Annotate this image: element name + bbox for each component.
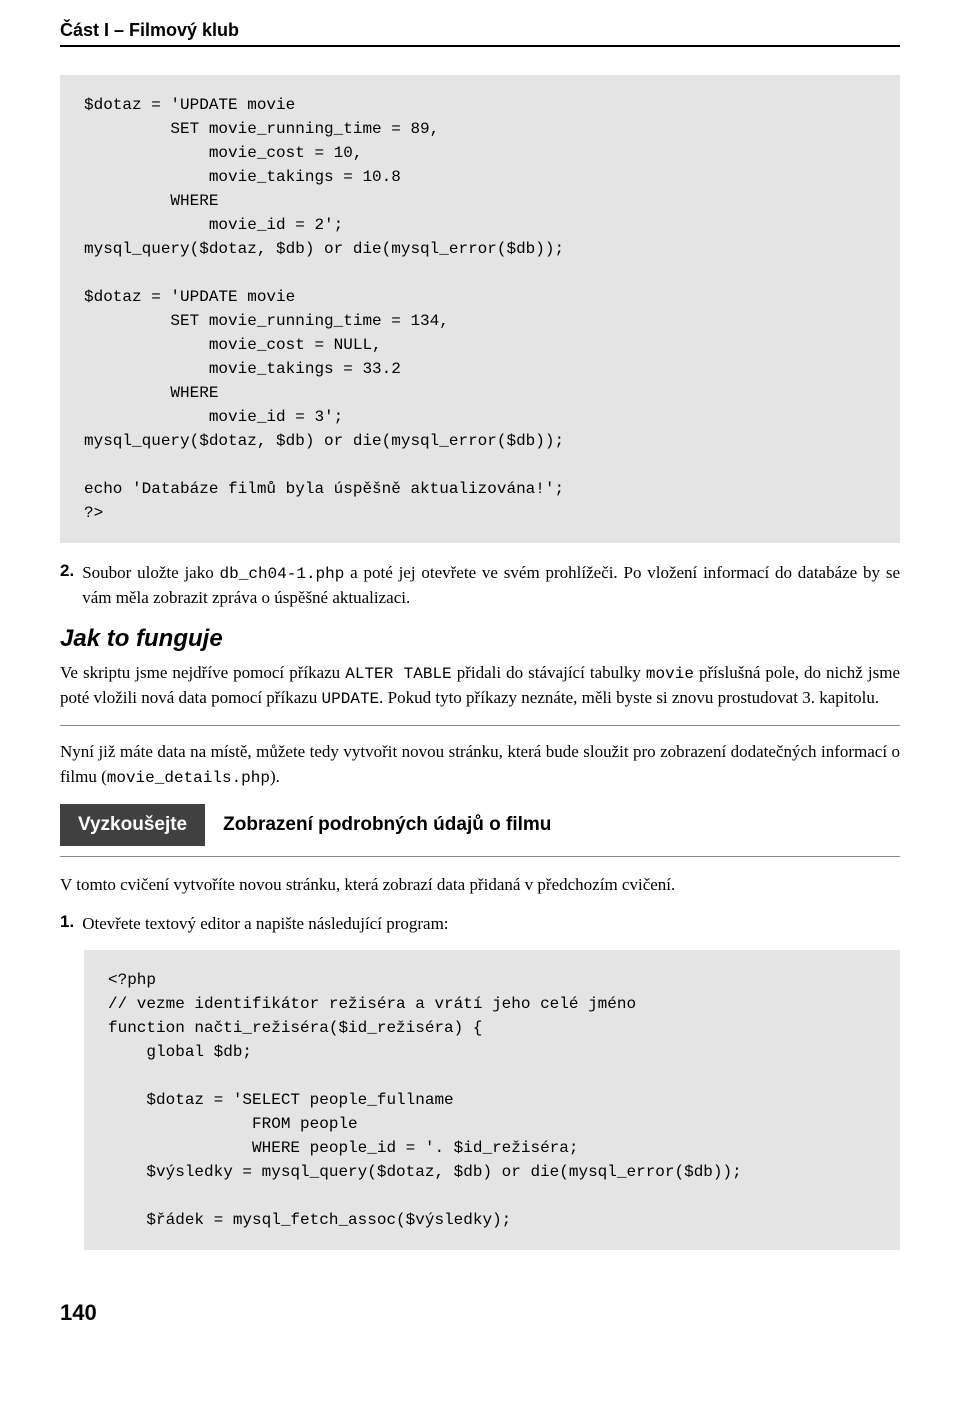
how-it-works-para: Ve skriptu jsme nejdříve pomocí příkazu … <box>60 661 900 711</box>
hiw-a: Ve skriptu jsme nejdříve pomocí příkazu <box>60 663 345 682</box>
code-block-1: $dotaz = 'UPDATE movie SET movie_running… <box>60 75 900 543</box>
hiw-c1: ALTER TABLE <box>345 665 451 683</box>
step-2: 2. Soubor uložte jako db_ch04-1.php a po… <box>60 561 900 611</box>
step-number: 2. <box>60 561 82 611</box>
hiw-c2: movie <box>646 665 694 683</box>
hiw-d: . Pokud tyto příkazy neznáte, měli byste… <box>379 688 879 707</box>
bridge-code: movie_details.php <box>107 769 270 787</box>
step2-filename: db_ch04-1.php <box>220 565 345 583</box>
page-number: 140 <box>60 1300 900 1326</box>
step2-text-a: Soubor uložte jako <box>82 563 219 582</box>
try-it-label: Vyzkoušejte <box>60 804 205 846</box>
page-header: Část I – Filmový klub <box>60 20 900 41</box>
step-1b: 1. Otevřete textový editor a napište nás… <box>60 912 900 937</box>
try-intro: V tomto cvičení vytvoříte novou stránku,… <box>60 873 900 898</box>
code-block-2: <?php // vezme identifikátor režiséra a … <box>84 950 900 1250</box>
separator-top <box>60 725 900 726</box>
bridge-b: ). <box>270 767 280 786</box>
separator-bottom <box>60 856 900 857</box>
how-it-works-heading: Jak to funguje <box>60 625 900 653</box>
step-number-1b: 1. <box>60 912 82 937</box>
try-it-title: Zobrazení podrobných údajů o filmu <box>205 804 569 846</box>
header-rule <box>60 45 900 47</box>
step1b-text: Otevřete textový editor a napište násled… <box>82 912 448 937</box>
hiw-c3: UPDATE <box>322 690 380 708</box>
bridge-para: Nyní již máte data na místě, můžete tedy… <box>60 740 900 790</box>
try-it-row: Vyzkoušejte Zobrazení podrobných údajů o… <box>60 804 900 846</box>
hiw-b: přidali do stávající tabulky <box>452 663 646 682</box>
